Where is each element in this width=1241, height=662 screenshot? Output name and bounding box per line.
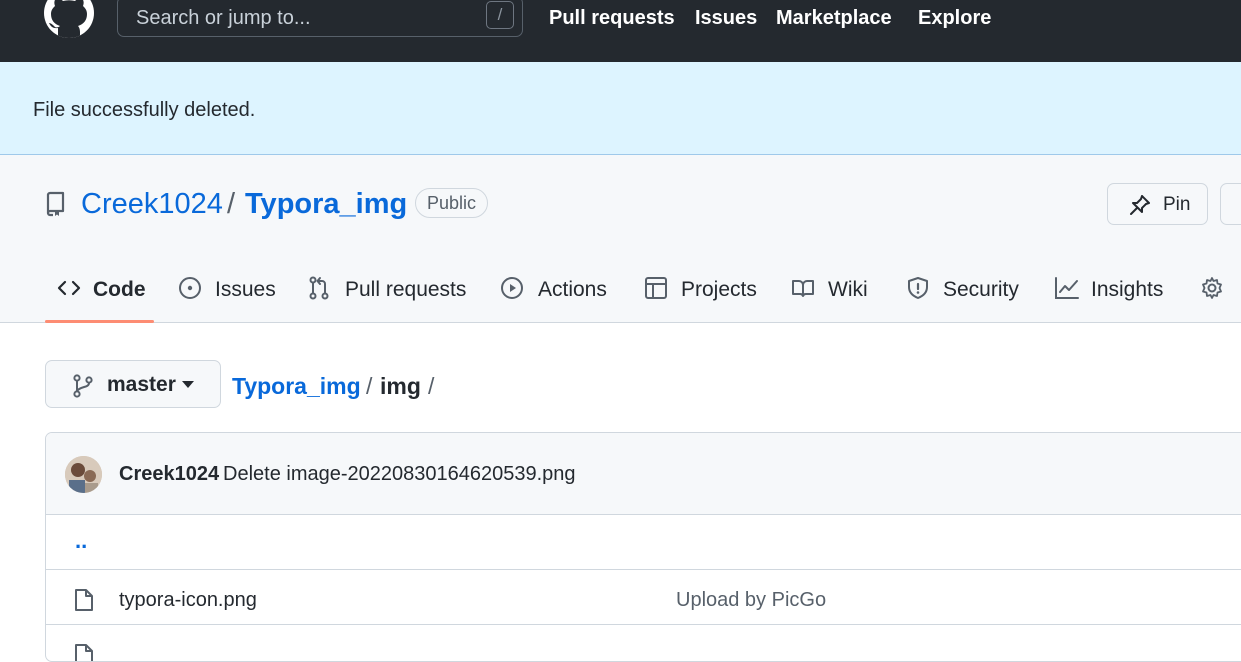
search-input[interactable] (136, 5, 466, 31)
selected-tab-underline (45, 320, 154, 323)
breadcrumb-separator: / (366, 373, 373, 399)
repo-name-link[interactable]: Typora_img (245, 185, 407, 223)
flash-banner: File successfully deleted. (0, 62, 1241, 155)
flash-message: File successfully deleted. (33, 99, 256, 121)
play-icon (501, 277, 523, 299)
pin-button-label: Pin (1163, 194, 1191, 215)
pin-button[interactable]: Pin (1107, 183, 1208, 225)
gear-icon (1202, 277, 1222, 299)
tab-label: Insights (1091, 278, 1164, 301)
commit-message-link[interactable]: Delete image-20220830164620539.png (223, 462, 576, 486)
shield-icon (908, 277, 928, 299)
table-icon (645, 277, 667, 299)
tab-label: Wiki (828, 278, 868, 301)
table-row[interactable]: typora-icon.png Upload by PicGo (46, 570, 1241, 625)
tab-label: Issues (215, 278, 276, 301)
tab-label: Security (943, 278, 1019, 301)
avatar[interactable] (65, 456, 102, 493)
branch-name: master (107, 373, 176, 396)
breadcrumb-current-dir: img (380, 373, 421, 399)
repo-icon (46, 191, 65, 217)
search-shortcut-key: / (486, 1, 514, 29)
global-header: / Pull requests Issues Marketplace Explo… (0, 0, 1241, 62)
parent-directory-row[interactable]: .. (46, 515, 1241, 570)
file-name-link[interactable]: typora-icon.png (119, 588, 257, 612)
branch-icon (73, 374, 93, 398)
tab-label: Code (93, 278, 146, 301)
file-icon (75, 589, 93, 611)
breadcrumb-repo-link[interactable]: Typora_img (232, 372, 361, 400)
branch-select-button[interactable]: master (45, 360, 221, 408)
table-row[interactable] (46, 625, 1241, 661)
code-icon (57, 280, 81, 296)
global-search[interactable]: / (117, 0, 523, 37)
pin-icon (1130, 195, 1150, 215)
repo-owner-link[interactable]: Creek1024 (81, 185, 223, 223)
file-icon (75, 644, 93, 661)
tab-label: Actions (538, 278, 607, 301)
file-list: Creek1024 Delete image-20220830164620539… (45, 432, 1241, 662)
github-logo-icon[interactable] (44, 0, 94, 38)
tab-label: Pull requests (345, 278, 467, 301)
repo-header: Creek1024 / Typora_img Public Pin Code I… (0, 155, 1241, 323)
watch-button[interactable] (1220, 183, 1241, 225)
nav-explore[interactable]: Explore (918, 5, 991, 31)
latest-commit-bar: Creek1024 Delete image-20220830164620539… (46, 433, 1241, 515)
repo-path-separator: / (227, 188, 236, 220)
visibility-badge: Public (415, 188, 489, 218)
commit-author-link[interactable]: Creek1024 (119, 462, 219, 486)
nav-issues[interactable]: Issues (695, 5, 757, 31)
breadcrumb-separator: / (428, 373, 435, 399)
graph-icon (1055, 277, 1079, 299)
nav-marketplace[interactable]: Marketplace (776, 5, 892, 31)
nav-pull-requests[interactable]: Pull requests (549, 5, 675, 31)
book-icon (792, 280, 814, 297)
file-commit-message[interactable]: Upload by PicGo (676, 588, 826, 612)
chevron-down-icon (182, 381, 194, 388)
parent-directory-link[interactable]: .. (75, 529, 87, 553)
issue-icon (179, 277, 201, 299)
pull-request-icon (309, 276, 329, 300)
tab-label: Projects (681, 278, 757, 301)
